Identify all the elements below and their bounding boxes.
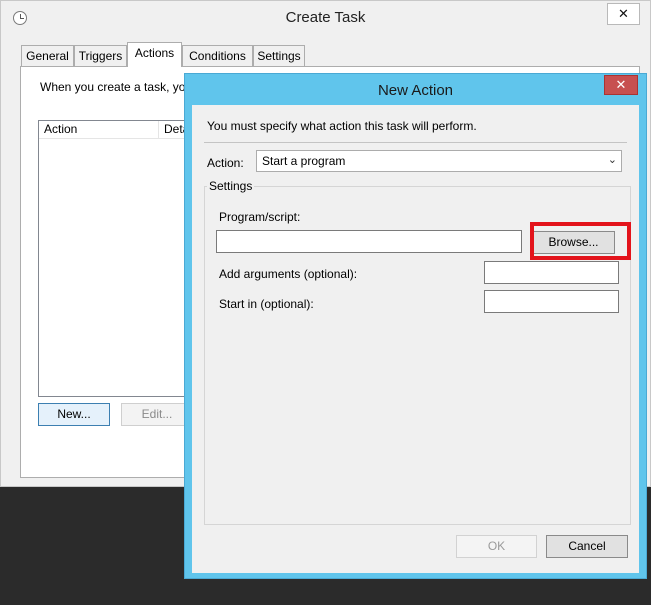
action-label: Action: — [207, 156, 244, 170]
close-icon: ✕ — [615, 77, 627, 92]
tab-triggers[interactable]: Triggers — [74, 45, 127, 67]
actions-list[interactable]: Action Deta — [38, 120, 199, 397]
column-header-action[interactable]: Action — [39, 121, 159, 139]
new-action-titlebar: New Action ✕ — [185, 74, 646, 105]
window-title: Create Task — [285, 9, 366, 26]
action-prompt: You must specify what action this task w… — [207, 119, 477, 133]
program-script-input[interactable] — [216, 230, 522, 253]
chevron-down-icon: ⌄ — [607, 154, 617, 166]
tab-actions[interactable]: Actions — [127, 42, 182, 67]
settings-legend: Settings — [207, 179, 255, 193]
divider — [204, 142, 627, 143]
close-button[interactable]: ✕ — [607, 3, 640, 25]
action-dropdown-value: Start a program — [262, 154, 346, 168]
dialog-title: New Action — [377, 82, 454, 99]
start-in-label: Start in (optional): — [219, 297, 314, 311]
ok-button[interactable]: OK — [456, 535, 537, 558]
action-dropdown[interactable]: Start a program ⌄ — [256, 150, 622, 172]
add-arguments-input[interactable] — [484, 261, 619, 284]
start-in-input[interactable] — [484, 290, 619, 313]
new-action-dialog: New Action ✕ You must specify what actio… — [184, 73, 647, 579]
add-arguments-label: Add arguments (optional): — [219, 267, 358, 281]
cancel-button[interactable]: Cancel — [546, 535, 628, 558]
new-action-button[interactable]: New... — [38, 403, 110, 426]
tab-settings[interactable]: Settings — [253, 45, 305, 67]
edit-action-button[interactable]: Edit... — [121, 403, 193, 426]
program-script-label: Program/script: — [219, 210, 301, 224]
actions-description: When you create a task, you — [40, 80, 193, 94]
create-task-titlebar: Create Task ✕ — [1, 1, 650, 35]
dialog-close-button[interactable]: ✕ — [604, 75, 638, 95]
new-action-body: You must specify what action this task w… — [192, 105, 639, 573]
tab-general[interactable]: General — [21, 45, 74, 67]
close-icon: ✕ — [618, 6, 629, 21]
highlight-box — [530, 222, 631, 260]
tab-conditions[interactable]: Conditions — [182, 45, 253, 67]
